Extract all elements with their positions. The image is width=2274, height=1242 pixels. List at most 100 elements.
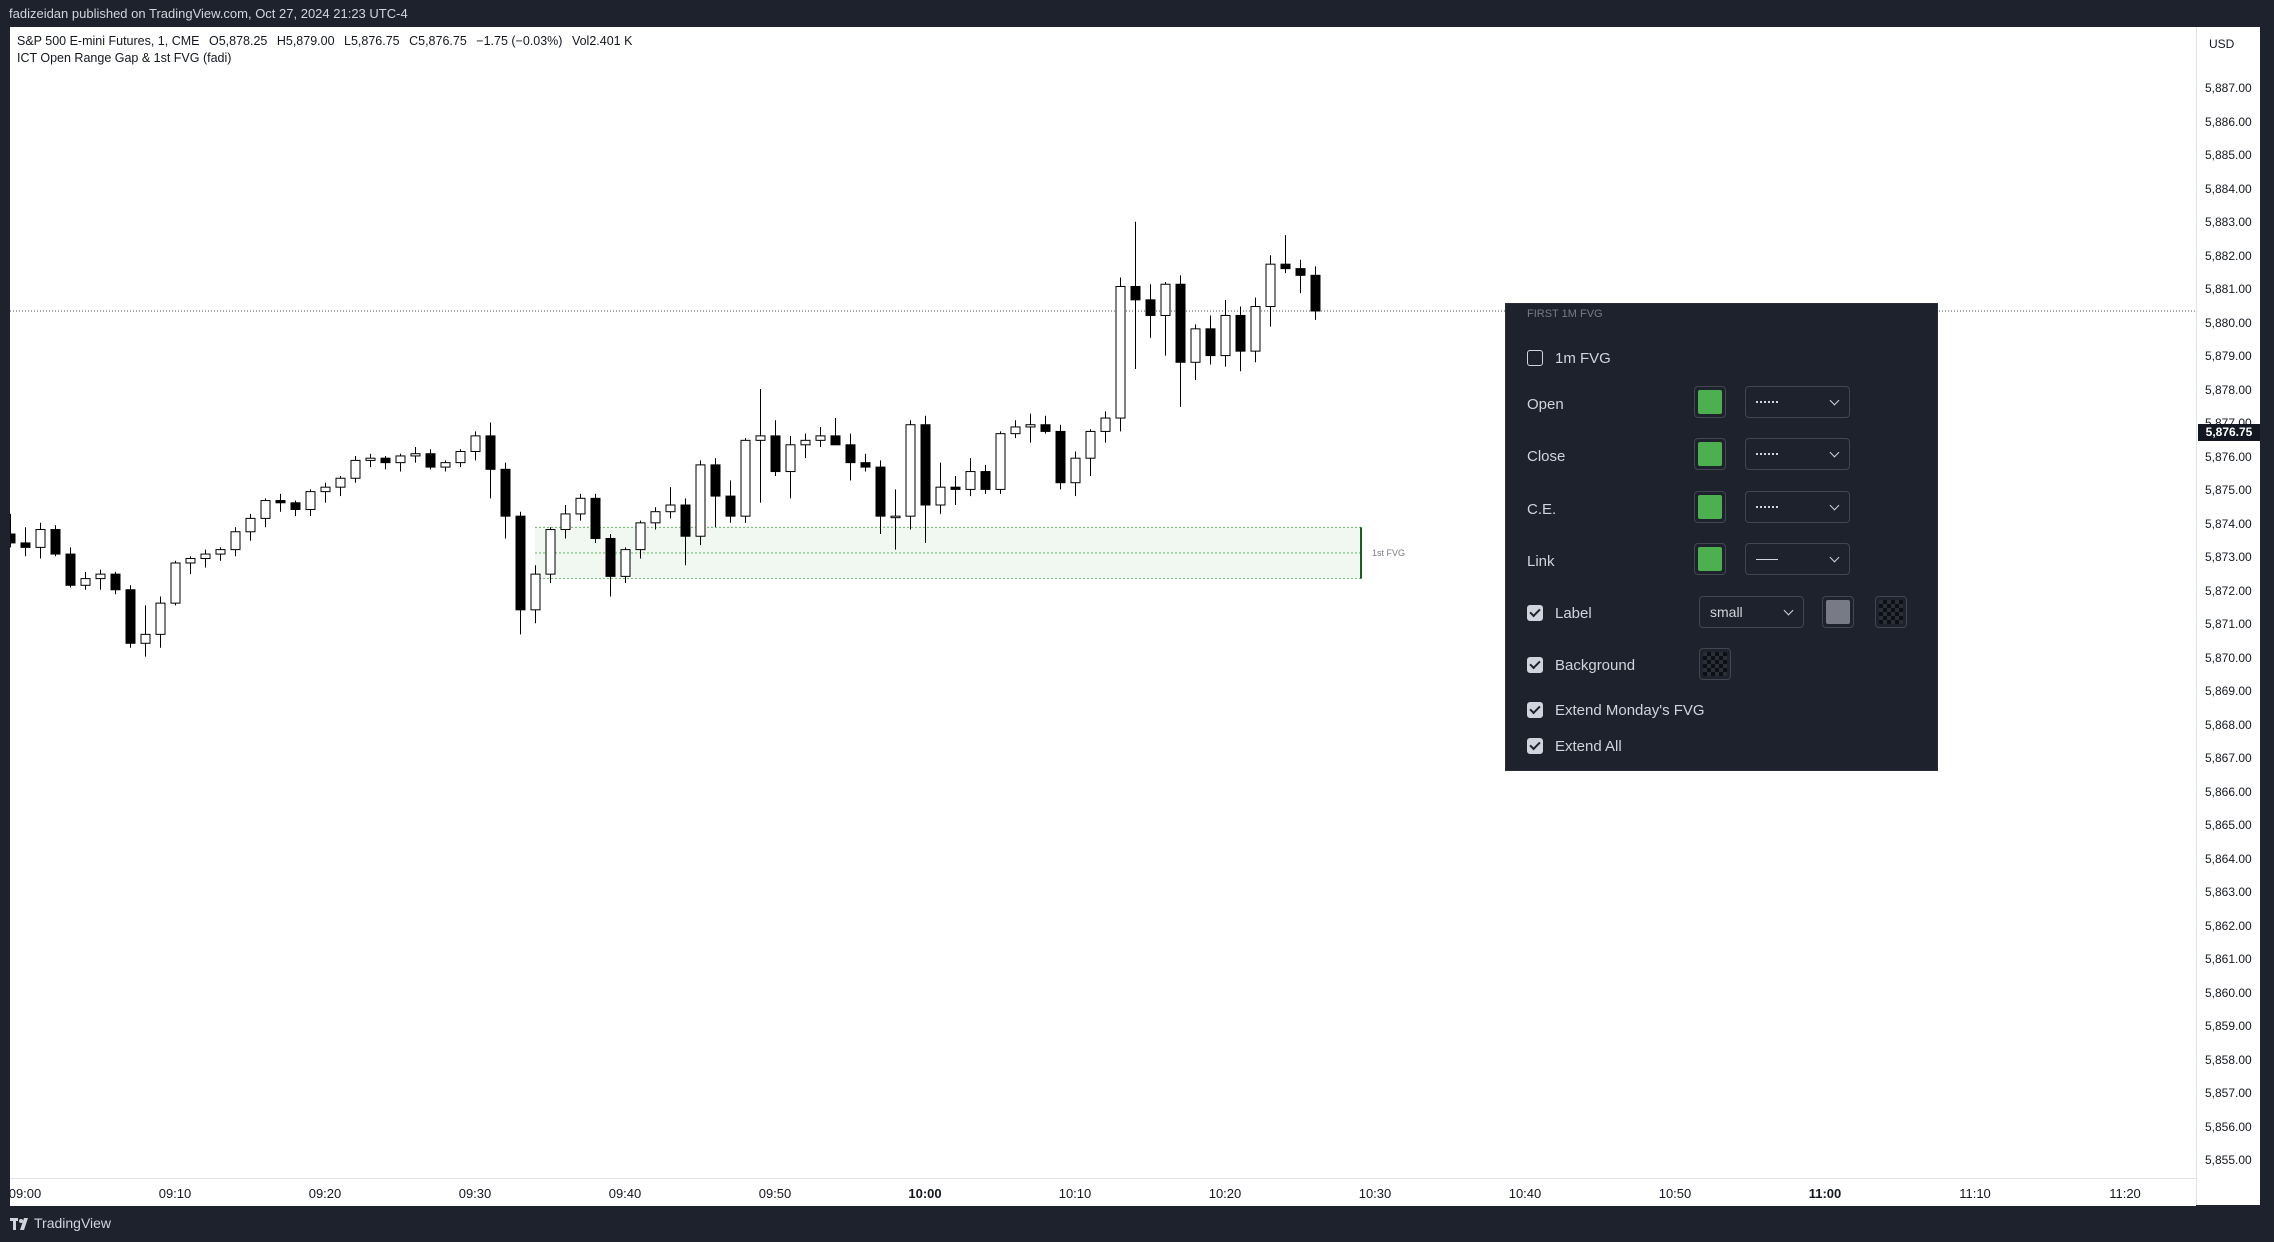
- candle-down: [605, 537, 616, 577]
- candle-down: [1130, 285, 1141, 301]
- candle-up: [185, 558, 196, 564]
- candle-up: [620, 549, 631, 577]
- time-tick: 10:40: [1508, 1186, 1542, 1201]
- price-tick: 5,869.00: [2205, 684, 2252, 698]
- close-line-style-select[interactable]: [1745, 438, 1850, 470]
- color-fill: [1826, 600, 1850, 624]
- candle-up: [635, 522, 646, 551]
- publisher-text: fadizeidan published on TradingView.com,…: [9, 6, 408, 21]
- candle-up: [80, 578, 91, 586]
- time-tick: 09:20: [308, 1186, 342, 1201]
- price-tick: 5,871.00: [2205, 617, 2252, 631]
- ce-line-style-select[interactable]: [1745, 491, 1850, 523]
- price-tick: 5,880.00: [2205, 315, 2252, 330]
- indicator-name[interactable]: ICT Open Range Gap & 1st FVG (fadi): [17, 51, 231, 65]
- symbol-name[interactable]: S&P 500 E-mini Futures, 1, CME: [17, 34, 199, 48]
- extend-monday-row[interactable]: Extend Monday's FVG: [1527, 694, 1705, 726]
- right-edge: [2260, 27, 2274, 1205]
- dotted-line-icon: [1756, 506, 1778, 508]
- candle-down: [1295, 268, 1306, 276]
- price-tick: 5,874.00: [2205, 516, 2252, 531]
- time-tick: 09:50: [758, 1186, 792, 1201]
- time-tick: 10:00: [908, 1186, 942, 1201]
- ce-label: C.E.: [1527, 501, 1557, 518]
- fvg-settings-panel: FIRST 1M FVG 1m FVG Open Close C.E. Link…: [1505, 303, 1938, 771]
- fvg-checkbox[interactable]: [1527, 350, 1543, 366]
- candle-up: [95, 573, 106, 580]
- close-color-swatch[interactable]: [1694, 438, 1726, 470]
- price-scale[interactable]: USD 5,887.00 5,886.00 5,885.00 5,884.00 5,88…: [2196, 27, 2261, 1205]
- low-value: L5,876.75: [344, 34, 400, 48]
- label-row[interactable]: Label: [1527, 597, 1592, 629]
- candle-up: [1085, 430, 1096, 459]
- label-bg-color-swatch[interactable]: [1875, 596, 1907, 628]
- fvg-toggle-row[interactable]: 1m FVG: [1527, 342, 1611, 374]
- volume-value: Vol2.401 K: [571, 34, 633, 48]
- tradingview-brand[interactable]: TradingView: [34, 1205, 111, 1242]
- fvg-label: 1st FVG: [1372, 548, 1405, 558]
- extend-all-checkbox[interactable]: [1527, 738, 1543, 754]
- link-line-style-select[interactable]: [1745, 543, 1850, 575]
- candle-up: [1115, 285, 1126, 419]
- candle-up: [320, 486, 331, 493]
- candle-down: [725, 495, 736, 517]
- candle-up: [350, 459, 361, 479]
- extend-all-row[interactable]: Extend All: [1527, 730, 1622, 762]
- price-tick: 5,886.00: [2205, 114, 2252, 129]
- price-tick: 5,876.00: [2205, 449, 2252, 464]
- label-size-value: small: [1710, 604, 1743, 620]
- candle-up: [170, 562, 181, 604]
- label-checkbox[interactable]: [1527, 605, 1543, 621]
- background-row[interactable]: Background: [1527, 649, 1635, 681]
- link-color-swatch[interactable]: [1694, 543, 1726, 575]
- price-tick: 5,861.00: [2205, 952, 2252, 966]
- price-tick: 5,858.00: [2205, 1052, 2252, 1067]
- candle-down: [950, 486, 961, 490]
- candle-up: [1250, 306, 1261, 352]
- background-color-swatch[interactable]: [1699, 648, 1731, 680]
- ce-color-swatch[interactable]: [1694, 491, 1726, 523]
- candle-down: [1310, 274, 1321, 312]
- price-tick: 5,882.00: [2205, 248, 2252, 263]
- price-tick: 5,865.00: [2205, 818, 2252, 832]
- currency-label[interactable]: USD: [2209, 37, 2234, 51]
- extend-monday-label: Extend Monday's FVG: [1555, 701, 1705, 719]
- candle-up: [365, 457, 376, 461]
- candle-up: [935, 486, 946, 506]
- candle-down: [515, 515, 526, 611]
- open-value: O5,878.25: [208, 34, 268, 48]
- indicator-legend[interactable]: ICT Open Range Gap & 1st FVG (fadi): [17, 50, 638, 67]
- open-color-swatch[interactable]: [1694, 386, 1726, 418]
- candle-down: [485, 435, 496, 470]
- candle-up: [785, 444, 796, 473]
- ohlc-legend: S&P 500 E-mini Futures, 1, CME O5,878.25…: [17, 33, 638, 50]
- close-value: C5,876.75: [409, 34, 467, 48]
- candle-up: [530, 573, 541, 611]
- change-value: −1.75 (−0.03%): [476, 34, 563, 48]
- candle-down: [1235, 314, 1246, 352]
- candle-up: [35, 529, 46, 548]
- background-label: Background: [1555, 656, 1636, 674]
- price-tick: 5,870.00: [2205, 650, 2252, 665]
- candle-up: [1265, 263, 1276, 308]
- time-scale[interactable]: 09:00 09:10 09:20 09:30 09:40 09:50 10:00 10:10…: [9, 1178, 2196, 1206]
- candle-down: [920, 424, 931, 506]
- candle-down: [590, 497, 601, 539]
- chart-legend: S&P 500 E-mini Futures, 1, CME O5,878.25…: [17, 33, 638, 67]
- label-text-color-swatch[interactable]: [1822, 596, 1854, 628]
- candle-down: [50, 529, 61, 555]
- background-checkbox[interactable]: [1527, 657, 1543, 673]
- fvg-toggle-label: 1m FVG: [1555, 349, 1611, 367]
- candle-down: [830, 435, 841, 446]
- open-line-style-select[interactable]: [1745, 386, 1850, 418]
- candle-up: [755, 435, 766, 441]
- candle-down: [1145, 299, 1156, 316]
- label-size-select[interactable]: small: [1699, 596, 1804, 628]
- time-tick: 10:50: [1658, 1186, 1692, 1201]
- time-tick: 10:10: [1058, 1186, 1092, 1201]
- candle-up: [230, 531, 241, 551]
- extend-monday-checkbox[interactable]: [1527, 702, 1543, 718]
- tradingview-logo-icon: [10, 1218, 28, 1230]
- candle-up: [455, 450, 466, 464]
- price-tick: 5,862.00: [2205, 918, 2252, 933]
